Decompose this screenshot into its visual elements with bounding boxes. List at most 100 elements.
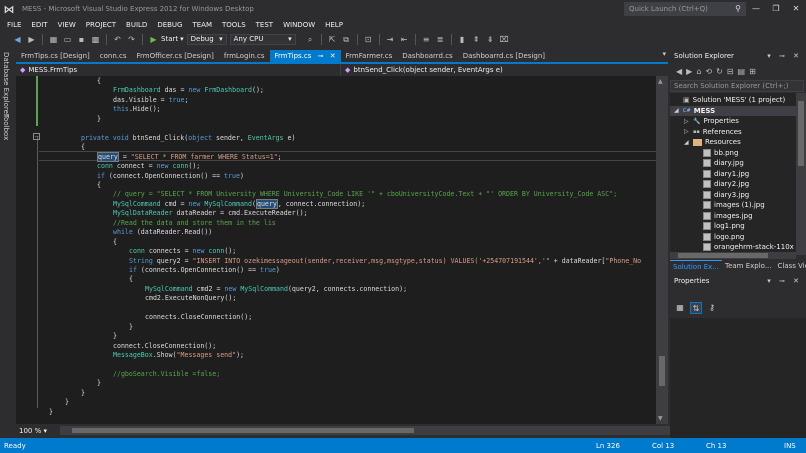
tab-conn[interactable]: conn.cs (95, 50, 132, 62)
code-line[interactable]: String query2 = "INSERT INTO ozekimessag… (129, 257, 641, 266)
menu-build[interactable]: BUILD (121, 21, 152, 29)
tree-item[interactable]: images (1).jpg (694, 200, 765, 211)
tab-frmtips-design[interactable]: FrmTips.cs [Design] (16, 50, 95, 62)
tree-item[interactable]: ◢ C# MESS (670, 105, 796, 116)
code-line[interactable]: } (65, 398, 69, 407)
prev-bookmark-icon[interactable]: ⇞ (471, 34, 482, 45)
minimize-icon[interactable]: — (746, 0, 766, 18)
panel-buttons[interactable]: ▾ ⊸ ✕ (767, 52, 802, 60)
back-icon[interactable]: ◀ (676, 67, 682, 76)
code-line[interactable]: { (97, 77, 101, 86)
code-line[interactable]: conn connect = new conn(); (97, 162, 200, 171)
editor-horizontal-scrollbar[interactable] (60, 426, 670, 435)
scroll-up-icon[interactable]: ▲ (658, 78, 663, 85)
code-line[interactable]: if (connects.OpenConnection() == true) (129, 266, 280, 275)
expand-arrow-icon[interactable]: ▷ (684, 118, 690, 125)
menu-test[interactable]: TEST (251, 21, 278, 29)
code-line[interactable]: } (49, 408, 53, 417)
tab-frmtips[interactable]: FrmTips.cs ⊸ ✕ (269, 50, 341, 62)
tree-item[interactable]: diary1.jpg (694, 169, 749, 180)
search-icon[interactable]: ⚲ (735, 4, 741, 13)
alphabetical-icon[interactable]: ⇅ (690, 302, 702, 314)
navigate-icon[interactable]: ⇱ (327, 34, 338, 45)
code-editor[interactable]: − {FrmDashboard das = new FrmDashboard()… (16, 76, 656, 424)
code-line[interactable]: } (81, 389, 85, 398)
tab-team-explorer[interactable]: Team Explo... (722, 260, 775, 272)
save-icon[interactable]: ▪ (76, 34, 87, 45)
code-line[interactable]: } (129, 323, 133, 332)
code-line[interactable]: } (97, 379, 101, 388)
undo-icon[interactable]: ↶ (112, 34, 123, 45)
code-line[interactable]: cmd2.ExecuteNonQuery(); (145, 294, 236, 303)
scroll-down-icon[interactable]: ▼ (658, 415, 663, 422)
code-line[interactable]: { (97, 181, 101, 190)
tab-solution-explorer[interactable]: Solution Ex... (670, 260, 722, 272)
menu-project[interactable]: PROJECT (81, 21, 121, 29)
tree-item[interactable]: diary.jpg (694, 158, 744, 169)
code-line[interactable]: query = "SELECT * FROM farmer WHERE Stat… (97, 151, 282, 162)
show-all-files-icon[interactable]: ▤ (738, 67, 746, 76)
configuration-select[interactable]: Debug ▾ (186, 33, 227, 45)
scroll-thumb[interactable] (798, 101, 804, 166)
tree-item[interactable]: orangehrm-stack-110x (694, 242, 794, 253)
code-line[interactable]: das.Visible = true; (113, 96, 188, 105)
zoom-level[interactable]: 100 % ▾ (16, 427, 58, 435)
clear-bookmarks-icon[interactable]: ⌧ (499, 34, 510, 45)
code-line[interactable]: connect.CloseConnection(); (113, 342, 216, 351)
tab-dashboarrd[interactable]: Dashboarrd.cs (397, 50, 457, 62)
member-dropdown[interactable]: ◆ btnSend_Click(object sender, EventArgs… (341, 66, 661, 74)
sync-icon[interactable]: ⟲ (705, 67, 712, 76)
bookmark-icon[interactable]: ▮ (457, 34, 468, 45)
menu-tools[interactable]: TOOLS (217, 21, 251, 29)
format-icon[interactable]: ⊡ (363, 34, 374, 45)
redo-icon[interactable]: ↷ (126, 34, 137, 45)
next-bookmark-icon[interactable]: ⇟ (485, 34, 496, 45)
code-line[interactable]: conn connects = new conn(); (129, 247, 236, 256)
expand-arrow-icon[interactable]: ◢ (674, 107, 680, 114)
forward-icon[interactable]: ▶ (26, 34, 37, 45)
scroll-thumb[interactable] (678, 253, 768, 258)
database-explorer-tab[interactable]: Database Explorer (2, 52, 10, 117)
tree-item[interactable]: diary2.jpg (694, 179, 749, 190)
code-line[interactable]: MySqlCommand cmd = new MySqlCommand(quer… (113, 198, 365, 209)
tree-item[interactable]: log1.png (694, 221, 745, 232)
back-icon[interactable]: ◀ (12, 34, 23, 45)
start-debugging-button[interactable]: ▶ Start ▾ (148, 34, 183, 45)
menu-edit[interactable]: EDIT (26, 21, 52, 29)
restore-icon[interactable]: ❐ (766, 0, 786, 18)
indent-icon[interactable]: ⇥ (385, 34, 396, 45)
code-line[interactable]: { (129, 275, 133, 284)
menu-debug[interactable]: DEBUG (152, 21, 187, 29)
code-line[interactable]: // query = "SELECT * FROM University WHE… (113, 190, 617, 199)
collapse-all-icon[interactable]: ⊟ (727, 67, 734, 76)
tab-frmfarmer[interactable]: FrmFarmer.cs (341, 50, 398, 62)
menu-window[interactable]: WINDOW (278, 21, 320, 29)
tree-item[interactable]: diary3.jpg (694, 190, 749, 201)
property-pages-icon[interactable]: ⚷ (706, 302, 718, 314)
tab-overflow-icon[interactable]: ▾ (662, 50, 666, 58)
code-line[interactable]: MySqlCommand cmd2 = new MySqlCommand(que… (145, 285, 407, 294)
home-icon[interactable]: ⌂ (696, 67, 701, 76)
code-line[interactable]: } (97, 115, 101, 124)
find-in-files-icon[interactable]: ⌕ (305, 34, 316, 45)
platform-select[interactable]: Any CPU ▾ (229, 33, 296, 45)
save-all-icon[interactable]: ▩ (90, 34, 101, 45)
close-icon[interactable]: ✕ (330, 52, 336, 60)
code-line[interactable]: this.Hide(); (113, 105, 161, 114)
menu-file[interactable]: FILE (2, 21, 26, 29)
tree-item[interactable]: ▷ ▪▪ References (684, 127, 742, 138)
tab-class-view[interactable]: Class View (775, 260, 806, 272)
comment-icon[interactable]: ≡ (421, 34, 432, 45)
code-line[interactable]: while (dataReader.Read()) (113, 228, 212, 237)
code-line[interactable]: FrmDashboard das = new FrmDashboard(); (113, 86, 264, 95)
expand-arrow-icon[interactable]: ▷ (684, 128, 690, 135)
code-line[interactable]: //Read the data and store them in the li… (113, 219, 276, 228)
menu-view[interactable]: VIEW (53, 21, 81, 29)
tree-item[interactable]: ◢ Resources (684, 137, 741, 148)
type-dropdown[interactable]: ◆ MESS.FrmTips (16, 64, 341, 76)
code-line[interactable]: MySqlDataReader dataReader = cmd.Execute… (113, 209, 308, 218)
tree-item[interactable]: ▷ 🔧 Properties (684, 116, 739, 127)
toolbox-tab[interactable]: Toolbox (2, 114, 10, 140)
scroll-thumb[interactable] (659, 356, 665, 386)
code-line[interactable]: if (connect.OpenConnection() == true) (97, 172, 244, 181)
